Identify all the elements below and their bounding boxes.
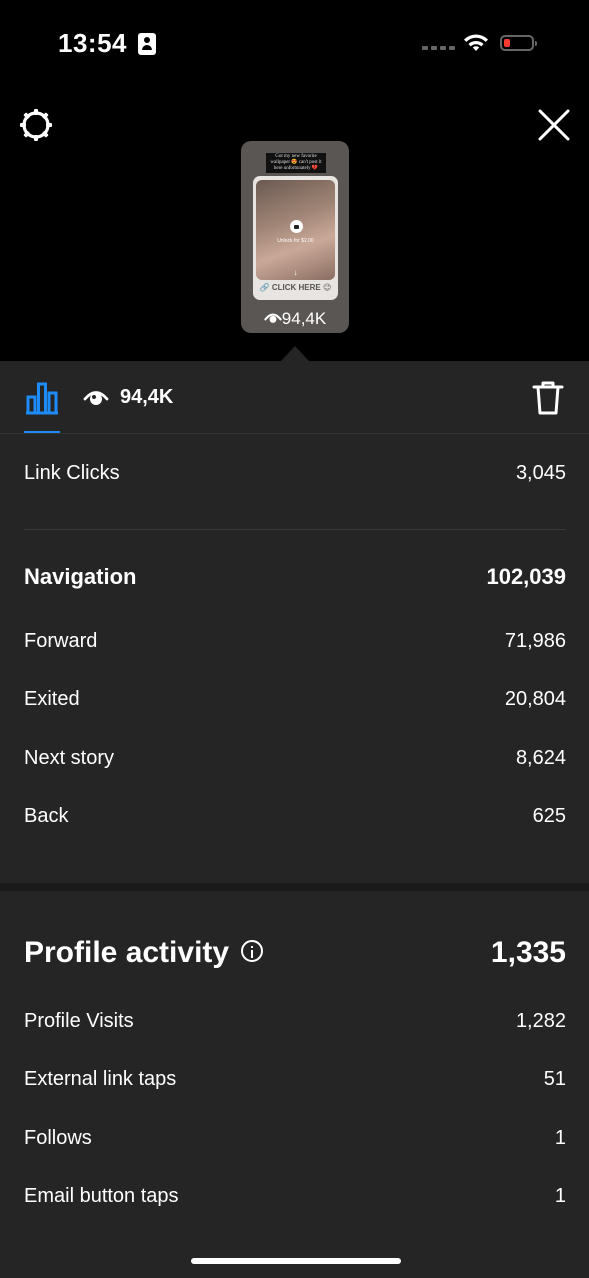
story-caption: Got my new favorite wallpaper 😍 can't po… bbox=[266, 153, 326, 173]
metric-row-follows: Follows 1 bbox=[24, 1127, 566, 1150]
battery-icon bbox=[500, 35, 537, 51]
metric-row-profile-visits: Profile Visits 1,282 bbox=[24, 1010, 566, 1033]
metric-value: 71,986 bbox=[504, 630, 566, 652]
click-here-sticker: 🔗 CLICK HERE 😉 bbox=[259, 283, 332, 292]
insights-panel: 94,4K Link Clicks 3,045 Navigation 102,0… bbox=[0, 361, 589, 1278]
settings-gear-icon[interactable] bbox=[18, 107, 54, 143]
insights-bar-chart-icon[interactable] bbox=[24, 381, 60, 415]
insights-tab-bar: 94,4K bbox=[0, 361, 589, 434]
metric-value: 8,624 bbox=[515, 747, 566, 769]
down-arrow-icon: ↓ bbox=[293, 268, 298, 277]
eye-icon[interactable] bbox=[83, 388, 109, 408]
selected-story-pointer bbox=[281, 346, 309, 361]
metric-value: 1 bbox=[554, 1127, 566, 1149]
contact-card-icon bbox=[138, 33, 156, 55]
divider bbox=[24, 529, 566, 530]
metric-label: Follows bbox=[24, 1127, 92, 1149]
viewers-count[interactable]: 94,4K bbox=[120, 386, 173, 409]
metric-label: Link Clicks bbox=[24, 462, 120, 484]
section-total: 102,039 bbox=[486, 564, 566, 589]
metric-label: Back bbox=[24, 805, 69, 827]
wifi-icon bbox=[464, 34, 488, 51]
story-link-card: Unlock for $2.00 ↓ 🔗 CLICK HERE 😉 bbox=[253, 176, 338, 300]
metric-label: Forward bbox=[24, 630, 98, 652]
status-bar: 13:54 bbox=[0, 0, 589, 90]
profile-activity-title-wrap: Profile activity bbox=[24, 936, 264, 970]
story-preview-thumbnail[interactable]: Got my new favorite wallpaper 😍 can't po… bbox=[241, 141, 349, 333]
close-icon[interactable] bbox=[536, 107, 572, 143]
metric-value: 1 bbox=[554, 1185, 566, 1207]
cellular-signal-icon bbox=[422, 46, 455, 50]
section-title: Navigation bbox=[24, 564, 137, 589]
metric-row-email-button-taps: Email button taps 1 bbox=[24, 1185, 566, 1208]
status-time: 13:54 bbox=[58, 28, 127, 58]
navigation-header: Navigation 102,039 bbox=[24, 564, 566, 590]
thumbnail-views-text: 94,4K bbox=[281, 309, 327, 328]
metric-row-next-story: Next story 8,624 bbox=[24, 747, 566, 770]
metric-label: External link taps bbox=[24, 1068, 177, 1090]
metric-value: 3,045 bbox=[515, 462, 566, 484]
section-separator bbox=[0, 883, 589, 891]
metric-row-forward: Forward 71,986 bbox=[24, 630, 566, 653]
metric-row-link-clicks: Link Clicks 3,045 bbox=[24, 462, 566, 485]
home-indicator[interactable] bbox=[191, 1258, 401, 1264]
active-tab-underline bbox=[24, 431, 60, 433]
blurred-wallpaper-image: Unlock for $2.00 ↓ bbox=[256, 180, 335, 280]
thumbnail-view-count: 94,4K bbox=[241, 309, 349, 329]
profile-activity-header: Profile activity 1,335 bbox=[24, 936, 566, 970]
info-icon[interactable] bbox=[241, 940, 264, 963]
eye-icon bbox=[264, 313, 282, 323]
trash-icon[interactable] bbox=[531, 380, 565, 416]
metric-label: Exited bbox=[24, 688, 80, 710]
metric-row-external-link-taps: External link taps 51 bbox=[24, 1068, 566, 1091]
metric-label: Email button taps bbox=[24, 1185, 179, 1207]
metric-label: Profile Visits bbox=[24, 1010, 134, 1032]
metric-label: Next story bbox=[24, 747, 115, 769]
metric-value: 51 bbox=[543, 1068, 566, 1090]
unlock-price-text: Unlock for $2.00 bbox=[277, 238, 314, 244]
section-title: Profile activity bbox=[24, 936, 230, 969]
metric-value: 20,804 bbox=[504, 688, 566, 710]
section-total: 1,335 bbox=[490, 936, 566, 969]
metric-value: 625 bbox=[532, 805, 566, 827]
lock-icon bbox=[290, 220, 303, 233]
metric-row-back: Back 625 bbox=[24, 805, 566, 828]
metric-row-exited: Exited 20,804 bbox=[24, 688, 566, 711]
metric-value: 1,282 bbox=[515, 1010, 566, 1032]
